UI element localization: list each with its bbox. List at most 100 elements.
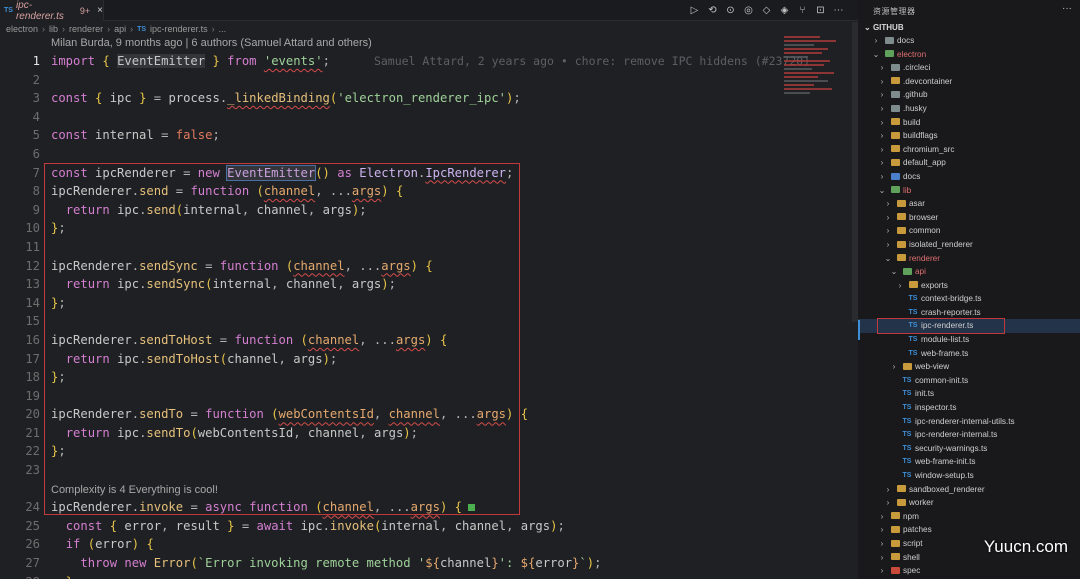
tab-ipc-renderer[interactable]: TS ipc-renderer.ts 9+ × — [0, 0, 104, 22]
code-body[interactable]: import { EventEmitter } from 'events'; S… — [51, 52, 810, 579]
code-line[interactable]: } — [51, 573, 771, 579]
active-indicator — [858, 320, 860, 340]
tree-file[interactable]: TS web-frame.ts — [858, 347, 1080, 361]
tree-item-label: renderer — [909, 253, 940, 263]
code-line[interactable] — [51, 238, 771, 257]
tree-file[interactable]: TS inspector.ts — [858, 401, 1080, 415]
tree-folder[interactable]: ⌄ electron — [858, 48, 1080, 62]
code-line[interactable]: return ipc.send(internal, channel, args)… — [51, 201, 771, 220]
tree-folder[interactable]: › default_app — [858, 156, 1080, 170]
tree-item-label: build — [903, 117, 921, 127]
target-icon[interactable]: ⊙ — [725, 5, 736, 16]
tree-folder[interactable]: › sandboxed_renderer — [858, 483, 1080, 497]
code-line[interactable]: const ipcRenderer = new EventEmitter() a… — [51, 164, 771, 183]
tree-file[interactable]: TS crash-reporter.ts — [858, 306, 1080, 320]
tree-folder[interactable]: › isolated_renderer — [858, 238, 1080, 252]
tree-folder[interactable]: › .devcontainer — [858, 75, 1080, 89]
explorer-section-github[interactable]: ⌄ GITHUB — [864, 23, 904, 32]
code-line[interactable]: if (error) { — [51, 535, 771, 554]
tree-file[interactable]: TS init.ts — [858, 387, 1080, 401]
code-line[interactable]: throw new Error(`Error invoking remote m… — [51, 554, 771, 573]
code-line[interactable]: const { error, result } = await ipc.invo… — [51, 517, 771, 536]
tree-folder[interactable]: › common — [858, 224, 1080, 238]
tree-folder[interactable]: › browser — [858, 211, 1080, 225]
tree-file[interactable]: TS context-bridge.ts — [858, 292, 1080, 306]
tree-file[interactable]: TS security-warnings.ts — [858, 442, 1080, 456]
code-line[interactable] — [51, 312, 771, 331]
compare-icon[interactable]: ◎ — [743, 5, 754, 16]
tree-folder[interactable]: ⌄ lib — [858, 184, 1080, 198]
code-line[interactable]: }; — [51, 368, 771, 387]
code-line[interactable]: import { EventEmitter } from 'events'; S… — [51, 52, 810, 71]
breadcrumb-item[interactable]: lib — [49, 24, 58, 34]
more-icon[interactable]: ⋯ — [833, 5, 844, 16]
tree-folder[interactable]: › web-view — [858, 360, 1080, 374]
code-line[interactable]: return ipc.sendTo(webContentsId, channel… — [51, 424, 771, 443]
breadcrumb-item[interactable]: electron — [6, 24, 38, 34]
tree-folder[interactable]: › docs — [858, 170, 1080, 184]
code-line[interactable]: }; — [51, 294, 771, 313]
breadcrumb-item[interactable]: ipc-renderer.ts — [150, 24, 208, 34]
branch-icon[interactable]: ⑂ — [797, 5, 808, 16]
folder-icon — [896, 211, 906, 225]
code-line[interactable] — [51, 71, 771, 90]
tree-item-label: .devcontainer — [903, 76, 953, 86]
tree-folder[interactable]: › spec — [858, 564, 1080, 578]
line-number: 12 — [25, 258, 40, 273]
tree-file[interactable]: TS web-frame-init.ts — [858, 455, 1080, 469]
tree-folder[interactable]: › asar — [858, 197, 1080, 211]
code-line[interactable]: ipcRenderer.sendTo = function (webConten… — [51, 405, 771, 424]
split-editor-icon[interactable]: ⊡ — [815, 5, 826, 16]
breadcrumb-item[interactable]: api — [114, 24, 126, 34]
tree-folder[interactable]: › npm — [858, 510, 1080, 524]
code-line[interactable]: ipcRenderer.sendToHost = function (chann… — [51, 331, 771, 350]
tree-folder[interactable]: › patches — [858, 523, 1080, 537]
tree-folder[interactable]: › exports — [858, 279, 1080, 293]
tree-folder[interactable]: › chromium_src — [858, 143, 1080, 157]
code-line[interactable] — [51, 387, 771, 406]
tree-file[interactable]: TS window-setup.ts — [858, 469, 1080, 483]
changes-icon[interactable]: ◈ — [779, 5, 790, 16]
tree-folder[interactable]: › buildflags — [858, 129, 1080, 143]
chevron-right-icon: › — [880, 511, 884, 521]
code-line[interactable]: ipcRenderer.invoke = async function (cha… — [51, 498, 771, 517]
tree-file[interactable]: TS ipc-renderer-internal.ts — [858, 428, 1080, 442]
code-line[interactable]: }; — [51, 219, 771, 238]
tree-folder[interactable]: ⌄ api — [858, 265, 1080, 279]
code-line[interactable]: ipcRenderer.sendSync = function (channel… — [51, 257, 771, 276]
typescript-file-icon: TS — [908, 308, 918, 316]
codelens-blame[interactable]: Milan Burda, 9 months ago | 6 authors (S… — [51, 37, 372, 49]
tree-file[interactable]: TS common-init.ts — [858, 374, 1080, 388]
tree-folder[interactable]: › worker — [858, 496, 1080, 510]
code-line[interactable]: ipcRenderer.send = function (channel, ..… — [51, 182, 771, 201]
tree-folder[interactable]: › docs — [858, 34, 1080, 48]
close-icon[interactable]: × — [97, 5, 103, 16]
tree-folder[interactable]: ⌄ renderer — [858, 252, 1080, 266]
code-line[interactable] — [51, 461, 771, 480]
tree-item-label: ipc-renderer-internal.ts — [915, 430, 998, 440]
code-line[interactable] — [51, 145, 771, 164]
breadcrumb-item[interactable]: ... — [219, 24, 227, 34]
diff-icon[interactable]: ◇ — [761, 5, 772, 16]
tree-file[interactable]: TS ipc-renderer.ts — [858, 319, 1080, 334]
tree-file[interactable]: TS module-list.ts — [858, 333, 1080, 347]
minimap[interactable] — [780, 30, 850, 110]
code-line[interactable] — [51, 108, 771, 127]
line-number: 19 — [25, 388, 40, 403]
codelens-complexity[interactable]: Complexity is 4 Everything is cool! — [51, 480, 771, 499]
more-actions-icon[interactable]: ··· — [1062, 3, 1072, 14]
breadcrumb-item[interactable]: renderer — [69, 24, 103, 34]
tree-folder[interactable]: › .husky — [858, 102, 1080, 116]
tree-folder[interactable]: › build — [858, 116, 1080, 130]
code-line[interactable]: const { ipc } = process._linkedBinding('… — [51, 89, 771, 108]
chevron-down-icon: ⌄ — [890, 267, 898, 277]
code-line[interactable]: }; — [51, 442, 771, 461]
tree-file[interactable]: TS ipc-renderer-internal-utils.ts — [858, 415, 1080, 429]
history-icon[interactable]: ⟲ — [707, 5, 718, 16]
code-line[interactable]: const internal = false; — [51, 126, 771, 145]
code-line[interactable]: return ipc.sendSync(internal, channel, a… — [51, 275, 771, 294]
run-icon[interactable]: ▷ — [689, 5, 700, 16]
tree-folder[interactable]: › .circleci — [858, 61, 1080, 75]
tree-folder[interactable]: › .github — [858, 88, 1080, 102]
code-line[interactable]: return ipc.sendToHost(channel, args); — [51, 350, 771, 369]
